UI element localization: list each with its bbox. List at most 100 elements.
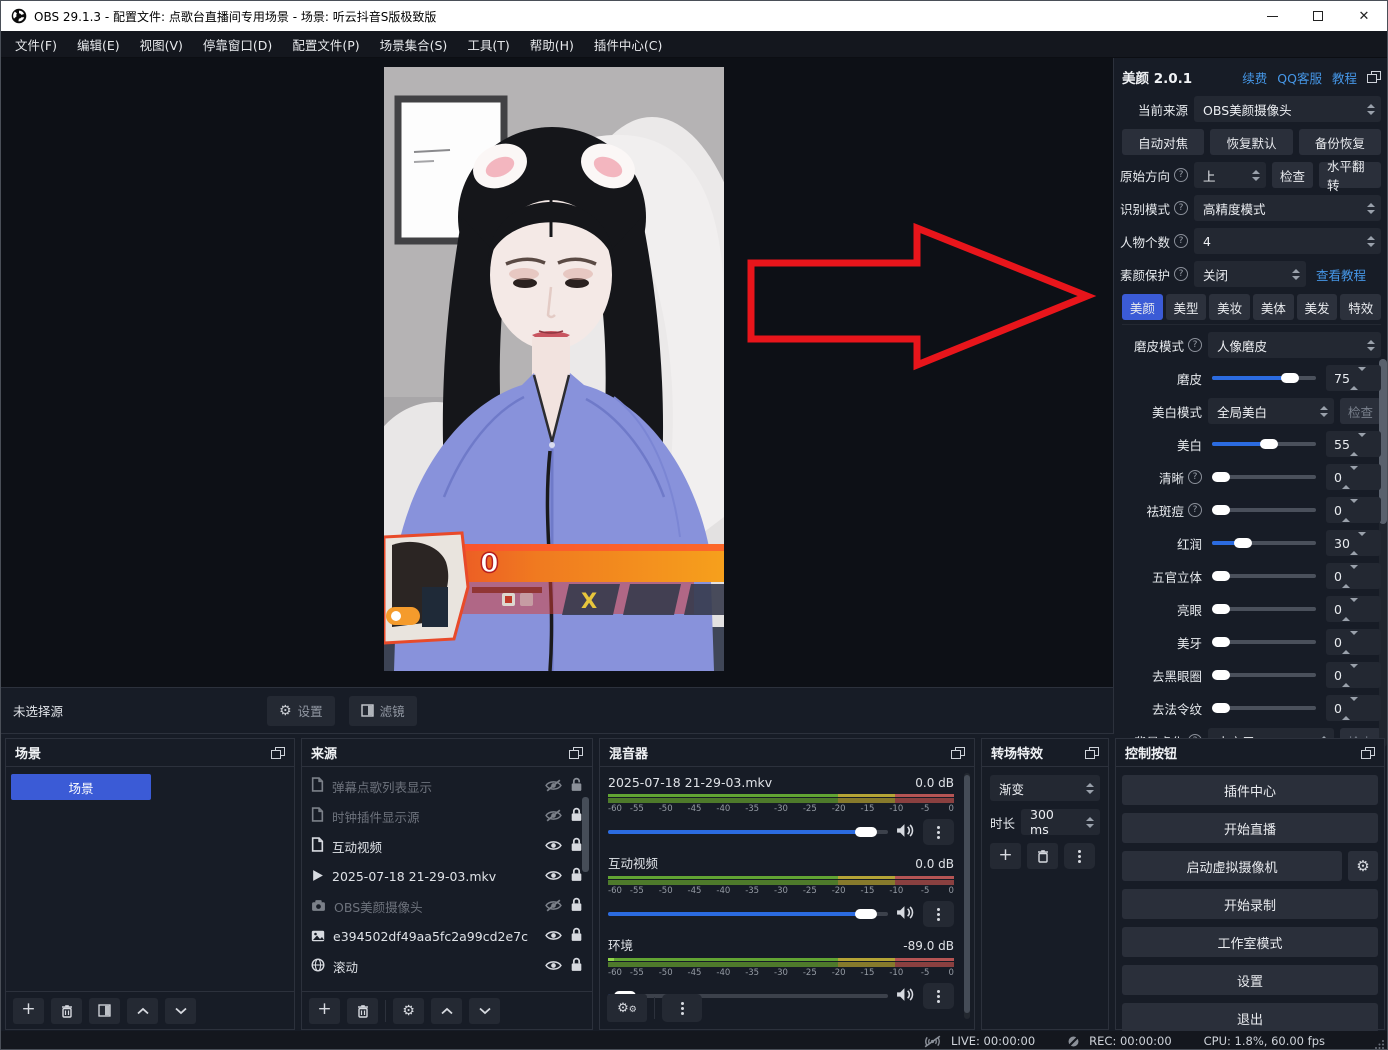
slider-handle[interactable] (1281, 373, 1299, 383)
tab-特效[interactable]: 特效 (1340, 294, 1381, 320)
source-row-2[interactable]: 互动视频 (302, 831, 592, 861)
menu-item-3[interactable]: 停靠窗口(D) (193, 31, 282, 58)
detect-mode-dropdown[interactable]: 高精度模式 (1194, 195, 1381, 221)
slider-value-祛斑痘[interactable]: 0 (1326, 497, 1381, 523)
eye-icon[interactable] (545, 837, 562, 856)
plugin-center-button[interactable]: 插件中心 (1122, 775, 1378, 805)
slider-红润[interactable] (1212, 541, 1316, 545)
spinner-arrows-icon[interactable] (1342, 470, 1358, 485)
help-icon[interactable]: ? (1188, 338, 1202, 352)
transition-menu-button[interactable] (1064, 843, 1095, 869)
mixer-menu-button[interactable] (662, 994, 702, 1022)
spinner-arrows-icon[interactable] (1342, 668, 1358, 683)
virtual-camera-button[interactable]: 启动虚拟摄像机 (1122, 851, 1342, 881)
speaker-icon[interactable] (896, 823, 915, 842)
source-row-4[interactable]: OBS美颜摄像头 (302, 891, 592, 921)
close-button[interactable]: ✕ (1341, 1, 1387, 31)
slider-去法令纹[interactable] (1212, 706, 1316, 710)
maximize-button[interactable] (1295, 1, 1341, 31)
volume-slider-handle[interactable] (855, 909, 877, 919)
orientation-check-button[interactable]: 检查 (1272, 162, 1313, 188)
slider-磨皮[interactable] (1212, 376, 1316, 380)
preview-canvas[interactable]: 0 X (1, 58, 1113, 687)
slider-祛斑痘[interactable] (1212, 508, 1316, 512)
start-recording-button[interactable]: 开始录制 (1122, 889, 1378, 919)
speaker-icon[interactable] (896, 905, 915, 924)
slider-handle[interactable] (1212, 505, 1230, 515)
duration-spinner[interactable]: 300 ms (1021, 809, 1100, 835)
spinner-arrows-icon[interactable] (1342, 701, 1358, 716)
add-transition-button[interactable]: + (990, 843, 1021, 869)
overlay-close-button[interactable]: X (581, 589, 597, 613)
menu-item-0[interactable]: 文件(F) (5, 31, 67, 58)
popout-icon[interactable] (1361, 747, 1375, 759)
channel-menu-button[interactable] (923, 819, 954, 845)
person-count-spinner[interactable]: 4 (1194, 228, 1381, 254)
slider-handle[interactable] (1260, 439, 1278, 449)
beauty-link-2[interactable]: 教程 (1332, 68, 1357, 87)
volume-slider[interactable] (608, 830, 888, 834)
channel-menu-button[interactable] (923, 901, 954, 927)
slider-value-去黑眼圈[interactable]: 0 (1326, 662, 1381, 688)
slider-handle[interactable] (1234, 538, 1252, 548)
properties-button[interactable]: ⚙ 设置 (267, 696, 335, 726)
orientation-dropdown[interactable]: 上 (1194, 162, 1266, 188)
settings-button[interactable]: 设置 (1122, 965, 1378, 995)
spinner-arrows-icon[interactable] (1080, 809, 1100, 835)
source-row-5[interactable]: e394502df49aa5fc2a99cd2e7c (302, 921, 592, 951)
tab-美发[interactable]: 美发 (1297, 294, 1338, 320)
slider-美牙[interactable] (1212, 640, 1316, 644)
move-source-down-button[interactable] (469, 998, 500, 1024)
beauty-link-0[interactable]: 续费 (1242, 68, 1267, 87)
beauty-top-button-2[interactable]: 备份恢复 (1299, 129, 1381, 155)
spinner-arrows-icon[interactable] (1350, 437, 1366, 452)
dropdown-美白模式[interactable]: 全局美白 (1208, 398, 1334, 424)
transition-dropdown[interactable]: 渐变 (990, 775, 1100, 801)
menu-item-1[interactable]: 编辑(E) (67, 31, 130, 58)
slider-handle[interactable] (1212, 637, 1230, 647)
slider-亮眼[interactable] (1212, 607, 1316, 611)
popout-icon[interactable] (951, 747, 965, 759)
scene-filters-button[interactable] (89, 998, 120, 1024)
source-row-0[interactable]: 弹幕点歌列表显示 (302, 771, 592, 801)
start-streaming-button[interactable]: 开始直播 (1122, 813, 1378, 843)
source-properties-button[interactable]: ⚙ (393, 998, 424, 1024)
slider-value-清晰[interactable]: 0 (1326, 464, 1381, 490)
move-source-up-button[interactable] (431, 998, 462, 1024)
remove-transition-button[interactable] (1027, 843, 1058, 869)
eye-icon[interactable] (545, 957, 562, 976)
scene-item-场景[interactable]: 场景 (11, 774, 151, 800)
menu-item-8[interactable]: 插件中心(C) (584, 31, 672, 58)
slider-value-美牙[interactable]: 0 (1326, 629, 1381, 655)
eye-icon[interactable] (545, 927, 562, 946)
advanced-audio-button[interactable]: ⚙⚙ (607, 994, 647, 1022)
menu-item-5[interactable]: 场景集合(S) (370, 31, 458, 58)
help-icon[interactable]: ? (1174, 201, 1188, 215)
source-row-1[interactable]: 时钟插件显示源 (302, 801, 592, 831)
spinner-arrows-icon[interactable] (1361, 228, 1381, 254)
slider-value-亮眼[interactable]: 0 (1326, 596, 1381, 622)
sources-scrollbar[interactable] (582, 797, 589, 997)
menu-item-2[interactable]: 视图(V) (130, 31, 193, 58)
tab-美型[interactable]: 美型 (1166, 294, 1207, 320)
eye-hidden-icon[interactable] (545, 897, 562, 916)
slider-value-美白[interactable]: 55 (1326, 431, 1381, 457)
spinner-arrows-icon[interactable] (1342, 602, 1358, 617)
remove-scene-button[interactable] (51, 998, 82, 1024)
slider-美白[interactable] (1212, 442, 1316, 446)
spinner-arrows-icon[interactable] (1342, 569, 1358, 584)
spinner-arrows-icon[interactable] (1342, 503, 1358, 518)
source-row-6[interactable]: 滚动 (302, 951, 592, 981)
slider-handle[interactable] (1212, 472, 1230, 482)
tab-美妆[interactable]: 美妆 (1209, 294, 1250, 320)
move-scene-up-button[interactable] (127, 998, 158, 1024)
volume-slider-handle[interactable] (855, 827, 877, 837)
tab-美体[interactable]: 美体 (1253, 294, 1294, 320)
spinner-arrows-icon[interactable] (1350, 371, 1366, 386)
slider-value-磨皮[interactable]: 75 (1326, 365, 1381, 391)
help-icon[interactable]: ? (1174, 168, 1188, 182)
tab-美颜[interactable]: 美颜 (1122, 294, 1163, 320)
unlock-icon[interactable] (570, 777, 583, 796)
menu-item-6[interactable]: 工具(T) (457, 31, 519, 58)
beauty-top-button-0[interactable]: 自动对焦 (1122, 129, 1204, 155)
